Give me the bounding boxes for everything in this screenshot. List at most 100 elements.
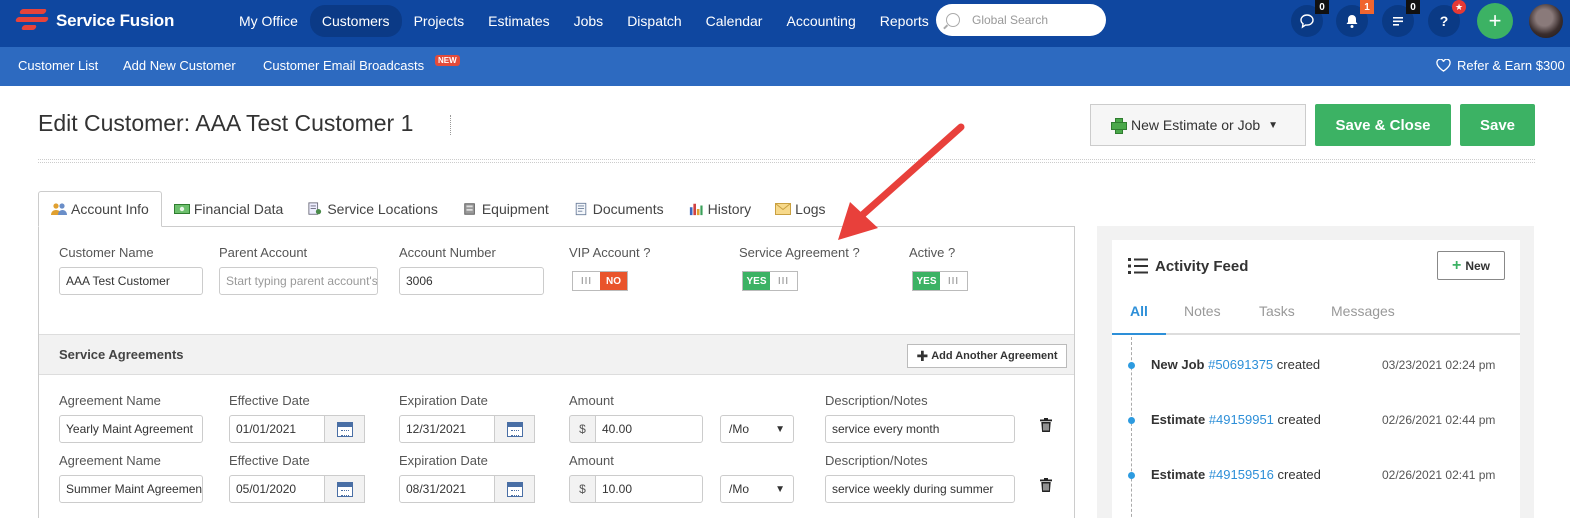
effective-date-calendar-button[interactable] [325,415,365,443]
parent-account-input[interactable]: Start typing parent account's name [219,267,378,295]
brand-name: Service Fusion [56,11,175,30]
new-activity-button[interactable]: + New [1437,251,1505,280]
tab-history[interactable]: History [676,191,764,227]
top-nav: Service Fusion My Office Customers Proje… [0,0,1570,47]
feed-item-type: New Job [1151,357,1205,372]
save-button[interactable]: Save [1460,104,1535,146]
agreement-name-input[interactable]: Summer Maint Agreement [59,475,203,503]
tab-financial-data[interactable]: Financial Data [162,191,296,227]
trash-icon[interactable] [1040,418,1052,432]
brand-logo[interactable]: Service Fusion [14,6,174,36]
tab-logs[interactable]: Logs [763,191,837,227]
tab-label: History [707,201,752,217]
chevron-down-icon: ▼ [775,483,785,495]
refer-and-earn-link[interactable]: Refer & Earn $300 [1436,58,1565,73]
active-toggle[interactable]: YES III [912,271,968,291]
description-notes-input[interactable]: service every month [825,415,1015,443]
nav-my-office[interactable]: My Office [227,5,310,37]
feed-item-link[interactable]: #49159951 [1209,412,1274,427]
effective-date-calendar-button[interactable] [325,475,365,503]
money-icon [173,204,190,214]
expiration-date-label: Expiration Date [399,453,488,468]
feed-item: Estimate #49159516 created [1151,467,1321,482]
nav-jobs[interactable]: Jobs [562,5,616,37]
feed-tab-messages[interactable]: Messages [1331,303,1395,335]
feed-item-link[interactable]: #49159516 [1209,467,1274,482]
nav-reports[interactable]: Reports [868,5,941,37]
billing-period-value: /Mo [729,422,750,436]
subnav-add-new-customer[interactable]: Add New Customer [123,58,236,73]
service-agreements-title: Service Agreements [59,347,184,362]
description-notes-input[interactable]: service weekly during summer [825,475,1015,503]
save-and-close-button[interactable]: Save & Close [1315,104,1451,146]
expiration-date-input[interactable]: 12/31/2021 [399,415,495,443]
currency-symbol: $ [569,475,595,503]
tab-documents[interactable]: Documents [561,191,676,227]
agreement-name-label: Agreement Name [59,393,161,408]
feed-tab-notes[interactable]: Notes [1184,303,1221,335]
tab-equipment[interactable]: Equipment [450,191,561,227]
feed-tab-tasks[interactable]: Tasks [1259,303,1295,335]
effective-date-input[interactable]: 05/01/2020 [229,475,325,503]
header-divider [38,159,1535,163]
add-another-agreement-button[interactable]: ✚ Add Another Agreement [907,344,1067,368]
tab-label: Equipment [481,201,549,217]
vip-account-label: VIP Account ? [569,245,651,260]
tab-label: Service Locations [327,201,438,217]
feed-item-link[interactable]: #50691375 [1208,357,1273,372]
vip-account-toggle[interactable]: III NO [572,271,628,291]
nav-customers[interactable]: Customers [309,5,402,37]
equipment-icon [464,203,475,215]
nav-accounting[interactable]: Accounting [774,5,867,37]
billing-period-select[interactable]: /Mo ▼ [720,415,794,443]
list-icon [1393,17,1403,26]
user-avatar[interactable] [1529,4,1563,38]
trash-icon[interactable] [1040,478,1052,492]
activity-feed-container: Activity Feed + New All Notes Tasks Mess… [1097,226,1534,518]
account-info-panel: Customer Name AAA Test Customer Parent A… [38,226,1075,518]
amount-label: Amount [569,453,614,468]
global-search-input[interactable]: Global Search [936,4,1106,36]
expiration-date-calendar-button[interactable] [495,415,535,443]
quick-add-button[interactable]: + [1477,3,1513,39]
nav-projects[interactable]: Projects [402,5,477,37]
feed-item-action: created [1276,357,1321,372]
main-menu: My Office Customers Projects Estimates J… [227,5,941,37]
effective-date-input[interactable]: 01/01/2021 [229,415,325,443]
customer-name-input[interactable]: AAA Test Customer [59,267,203,295]
feed-item-date: 02/26/2021 02:41 pm [1382,468,1496,482]
chat-button[interactable]: 0 [1291,0,1329,37]
description-notes-label: Description/Notes [825,393,928,408]
currency-symbol: $ [569,415,595,443]
tab-account-info[interactable]: Account Info [38,191,162,227]
toggle-state: NO [600,272,627,290]
timeline-dot [1128,472,1135,479]
nav-calendar[interactable]: Calendar [694,5,775,37]
agreement-name-input[interactable]: Yearly Maint Agreement [59,415,203,443]
nav-dispatch[interactable]: Dispatch [615,5,693,37]
toggle-grip: III [777,275,790,287]
customer-tabs: Account Info Financial Data Service Loca… [38,191,838,227]
account-number-label: Account Number [399,245,496,260]
toggle-grip: III [947,275,960,287]
feed-tab-all[interactable]: All [1112,303,1166,335]
amount-input[interactable]: 10.00 [595,475,703,503]
new-estimate-or-job-button[interactable]: New Estimate or Job ▼ [1090,104,1306,146]
help-button[interactable]: ? ★ [1428,0,1466,37]
billing-period-select[interactable]: /Mo ▼ [720,475,794,503]
toggle-state: YES [913,272,940,290]
users-icon [51,203,67,215]
expiration-date-input[interactable]: 08/31/2021 [399,475,495,503]
feed-item: New Job #50691375 created [1151,357,1320,372]
tasks-list-button[interactable]: 0 [1382,0,1420,37]
account-number-input[interactable]: 3006 [399,267,544,295]
tab-service-locations[interactable]: Service Locations [295,191,450,227]
amount-input[interactable]: 40.00 [595,415,703,443]
nav-estimates[interactable]: Estimates [476,5,561,37]
subnav-customer-list[interactable]: Customer List [18,58,98,73]
notifications-button[interactable]: 1 [1336,0,1374,37]
billing-period-value: /Mo [729,482,750,496]
service-agreement-toggle[interactable]: YES III [742,271,798,291]
expiration-date-calendar-button[interactable] [495,475,535,503]
subnav-customer-email-broadcasts[interactable]: Customer Email Broadcasts [263,58,424,73]
